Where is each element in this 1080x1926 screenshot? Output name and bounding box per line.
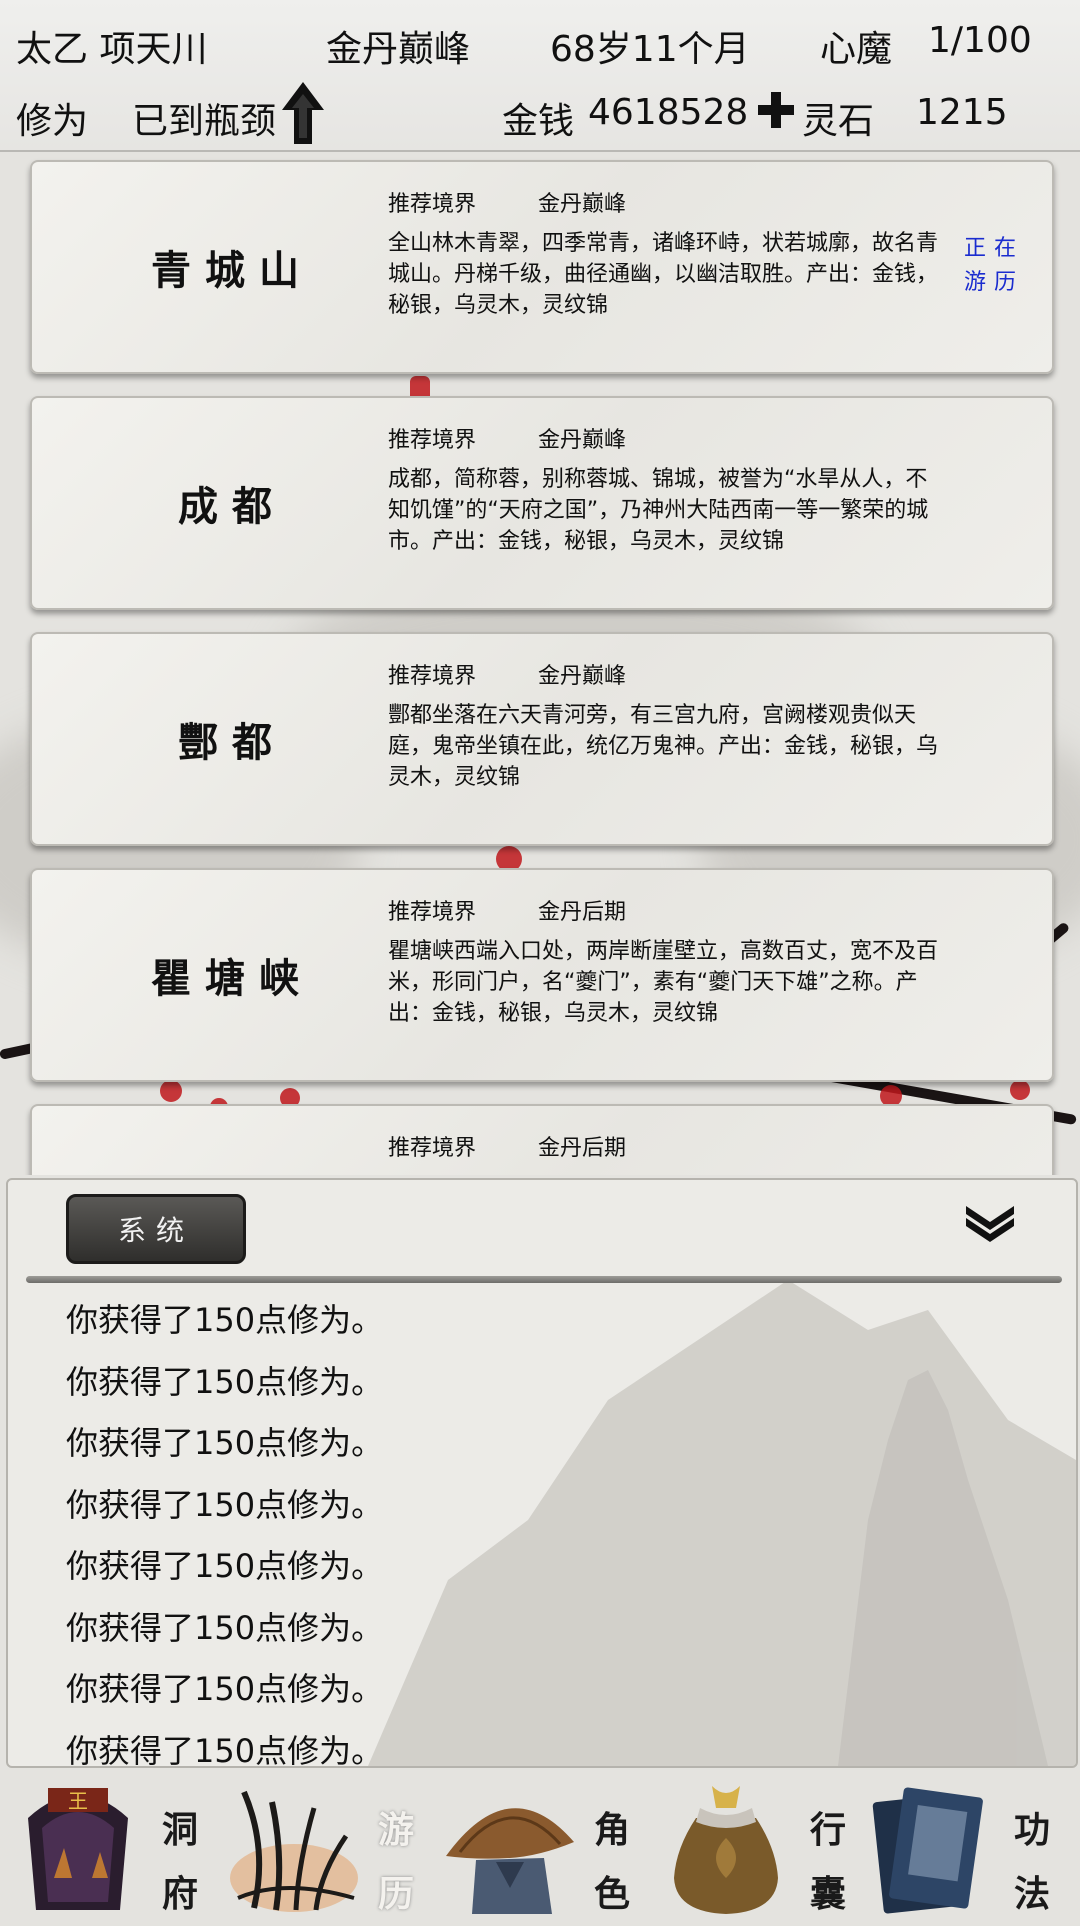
nav-label: 行 囊 — [798, 1798, 858, 1926]
location-description: 成都，简称蓉，别称蓉城、锦城，被誉为“水旱从人，不知饥馑”的“天府之国”，乃神州… — [388, 467, 929, 554]
nav-label-char: 色 — [593, 1873, 630, 1915]
nav-label-char: 游 — [377, 1809, 414, 1851]
age-label: 68岁11个月 — [550, 29, 750, 70]
location-name: 成都 — [178, 483, 286, 530]
spirit-stone-label: 灵石 — [802, 101, 875, 142]
nav-label-char: 历 — [377, 1873, 414, 1915]
nav-label: 功 法 — [1002, 1798, 1062, 1926]
recommended-realm-value: 金丹巅峰 — [538, 428, 627, 453]
location-name: 青城山 — [151, 247, 313, 294]
status-row-top: 太乙 项天川 金丹巅峰 68岁11个月 心魔 1/100 — [0, 4, 1080, 74]
money-value: 4618528 — [588, 92, 749, 133]
spirit-stone-value: 1215 — [916, 92, 1008, 133]
log-line: 你获得了150点修为。 — [66, 1731, 384, 1768]
status-header: 太乙 项天川 金丹巅峰 68岁11个月 心魔 1/100 修为 已到瓶颈 金钱 … — [0, 0, 1080, 152]
status-line: 正在 — [963, 236, 1024, 261]
nav-label-char: 功 — [1013, 1809, 1050, 1851]
money-label: 金钱 — [502, 101, 575, 142]
log-line: 你获得了150点修为。 — [66, 1301, 384, 1339]
recommended-realm-label: 推荐境界 — [388, 428, 477, 453]
cultivation-label: 修为 — [16, 101, 89, 142]
log-line: 你获得了150点修为。 — [66, 1547, 384, 1585]
recommended-realm: 推荐境界 金丹巅峰 — [388, 186, 626, 218]
recommended-realm: 推荐境界 金丹巅峰 — [388, 658, 626, 690]
location-description: 瞿塘峡西端入口处，两岸断崖壁立，高数百丈，宽不及百米，形同门户，名“夔门”，素有… — [388, 939, 939, 1026]
bag-pouch-icon — [674, 1786, 778, 1914]
heart-demon-label: 心魔 — [820, 29, 893, 70]
nav-label: 游 历 — [366, 1798, 426, 1926]
nav-label-char: 行 — [809, 1809, 846, 1851]
recommended-realm: 推荐境界 金丹后期 — [388, 1130, 626, 1162]
nav-label-char: 囊 — [809, 1873, 846, 1915]
add-spirit-stone-icon[interactable] — [756, 90, 796, 130]
status-line: 游历 — [963, 270, 1024, 295]
nav-label-char: 洞 — [161, 1809, 198, 1851]
nav-label: 洞 府 — [150, 1798, 210, 1926]
log-line: 你获得了150点修为。 — [66, 1670, 384, 1708]
character-hat-icon — [446, 1808, 574, 1914]
tab-system[interactable]: 系统 — [66, 1194, 246, 1264]
location-card[interactable]: 瞿塘峡 推荐境界 金丹后期 瞿塘峡西端入口处，两岸断崖壁立，高数百丈，宽不及百米… — [30, 868, 1054, 1082]
ink-mountain-illustration — [368, 1280, 1076, 1766]
nav-label: 角 色 — [582, 1798, 642, 1926]
nav-label-char: 法 — [1013, 1873, 1050, 1915]
location-card[interactable]: 推荐境界 金丹后期 — [30, 1104, 1054, 1175]
double-chevron-down-icon[interactable] — [964, 1202, 1016, 1242]
technique-books-icon — [872, 1787, 983, 1914]
recommended-realm-label: 推荐境界 — [388, 664, 477, 689]
recommended-realm-value: 金丹巅峰 — [538, 192, 627, 217]
log-line: 你获得了150点修为。 — [66, 1362, 384, 1401]
breakthrough-arrow-icon[interactable] — [280, 80, 326, 146]
location-name: 瞿塘峡 — [151, 955, 313, 1002]
location-list[interactable]: 青城山 推荐境界 金丹巅峰 全山林木青翠，四季常青，诸峰环峙，状若城廓，故名青城… — [0, 150, 1080, 1175]
location-description: 酆都坐落在六天青河旁，有三宫九府，宫阙楼观贵似天庭，鬼帝坐镇在此，统亿万鬼神。产… — [388, 703, 939, 790]
bottom-navigation: 王 洞 府 游 历 角 色 行 囊 功 法 — [0, 1770, 1080, 1920]
location-card[interactable]: 青城山 推荐境界 金丹巅峰 全山林木青翠，四季常青，诸峰环峙，状若城廓，故名青城… — [30, 160, 1054, 374]
recommended-realm: 推荐境界 金丹巅峰 — [388, 422, 626, 454]
log-line: 你获得了150点修为。 — [66, 1485, 384, 1524]
recommended-realm-value: 金丹巅峰 — [538, 664, 627, 689]
heart-demon-value: 1/100 — [928, 20, 1032, 61]
recommended-realm-label: 推荐境界 — [388, 192, 477, 217]
system-log-panel[interactable]: 系统 你获得了150点修为。 你获得了150点修为。 你获得了150点修为。 你… — [6, 1178, 1078, 1768]
recommended-realm: 推荐境界 金丹后期 — [388, 894, 626, 926]
location-card[interactable]: 酆都 推荐境界 金丹巅峰 酆都坐落在六天青河旁，有三宫九府，宫阙楼观贵似天庭，鬼… — [30, 632, 1054, 846]
log-line: 你获得了150点修为。 — [66, 1424, 384, 1462]
character-name: 太乙 项天川 — [16, 29, 208, 70]
cave-dwelling-icon: 王 — [28, 1788, 128, 1910]
location-description: 全山林木青翠，四季常青，诸峰环峙，状若城廓，故名青城山。丹梯千级，曲径通幽，以幽… — [388, 231, 939, 318]
traveling-status-badge: 正在 游历 — [954, 232, 1034, 300]
recommended-realm-value: 金丹后期 — [538, 1136, 627, 1161]
location-name: 酆都 — [178, 719, 286, 766]
realm-label: 金丹巅峰 — [326, 29, 471, 70]
cultivation-status: 已到瓶颈 — [132, 101, 277, 142]
log-lines: 你获得了150点修为。 你获得了150点修为。 你获得了150点修为。 你获得了… — [66, 1290, 384, 1768]
status-row-bottom: 修为 已到瓶颈 金钱 4618528 灵石 1215 — [0, 76, 1080, 146]
recommended-realm-label: 推荐境界 — [388, 900, 477, 925]
svg-text:王: 王 — [68, 1789, 88, 1813]
nav-label-char: 府 — [161, 1873, 198, 1915]
log-divider — [26, 1276, 1062, 1283]
nav-techniques[interactable]: 功 法 — [864, 1770, 1080, 1920]
log-line: 你获得了150点修为。 — [66, 1608, 384, 1647]
location-card[interactable]: 成都 推荐境界 金丹巅峰 成都，简称蓉，别称蓉城、锦城，被誉为“水旱从人，不知饥… — [30, 396, 1054, 610]
recommended-realm-value: 金丹后期 — [538, 900, 627, 925]
travel-grass-icon — [230, 1790, 358, 1912]
nav-label-char: 角 — [593, 1809, 630, 1851]
recommended-realm-label: 推荐境界 — [388, 1136, 477, 1161]
